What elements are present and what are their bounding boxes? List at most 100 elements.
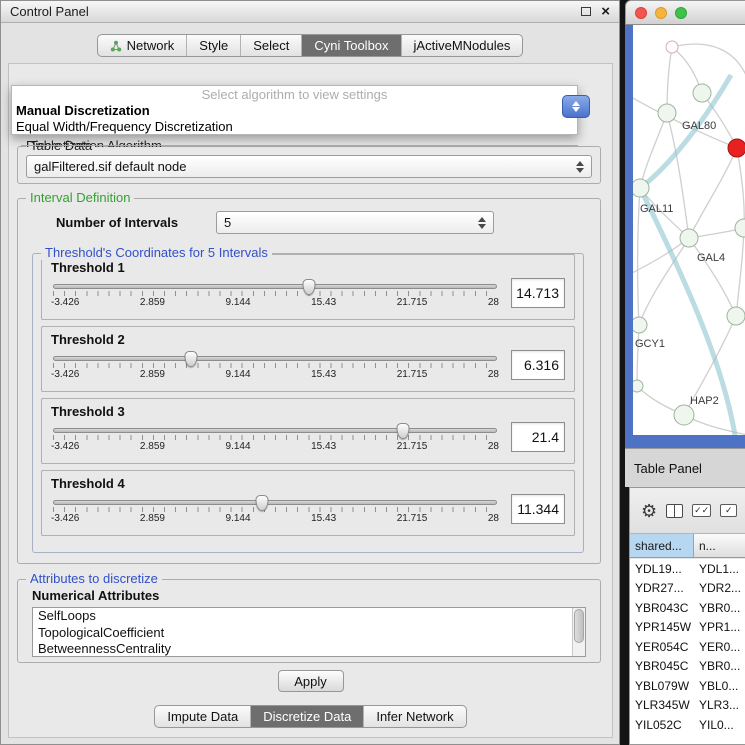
- columns-icon[interactable]: [666, 504, 683, 518]
- tick-label: 2.859: [140, 513, 165, 524]
- table-row[interactable]: YDR27...YDR2...: [630, 579, 745, 599]
- threshold-value-input[interactable]: [511, 494, 565, 524]
- cell: YBR0...: [694, 601, 745, 615]
- slider-scale: -3.426 2.859 9.144 15.43 21.715 28: [51, 513, 499, 524]
- table-row[interactable]: YPR145WYPR1...: [630, 618, 745, 638]
- node-hap2[interactable]: [674, 405, 694, 425]
- slider-track[interactable]: [53, 284, 497, 289]
- tab-label: Cyni Toolbox: [314, 38, 388, 53]
- table-data-group: Table Data galFiltered.sif default node: [17, 146, 601, 184]
- tick-label: 28: [488, 297, 499, 308]
- slider-ticks: [53, 291, 497, 296]
- attributes-group: Attributes to discretize Numerical Attri…: [17, 579, 601, 663]
- table-row[interactable]: YLR345WYLR3...: [630, 696, 745, 716]
- tick-label: 2.859: [140, 297, 165, 308]
- node[interactable]: [693, 84, 711, 102]
- threshold-value-input[interactable]: [511, 422, 565, 452]
- node-gal4[interactable]: [680, 229, 698, 247]
- tab-network[interactable]: Network: [98, 35, 187, 56]
- select-columns-icon[interactable]: ✓✓: [692, 504, 711, 517]
- screen: Control Panel ×: [0, 0, 745, 745]
- threshold-slider[interactable]: -3.426 2.859 9.144 15.43 21.715 28: [51, 421, 499, 452]
- node-label: GAL4: [697, 252, 725, 264]
- tab-label: Network: [127, 38, 175, 53]
- list-item[interactable]: SelfLoops: [33, 608, 585, 625]
- network-canvas[interactable]: GAL80 GAL11 GAL4 GCY1 HAP2: [633, 25, 745, 435]
- node-gal11[interactable]: [633, 179, 649, 197]
- node[interactable]: [633, 380, 643, 392]
- node[interactable]: [727, 307, 745, 325]
- tab-label: Style: [199, 38, 228, 53]
- slider-track[interactable]: [53, 500, 497, 505]
- cell: YDL1...: [694, 562, 745, 576]
- algorithm-option-manual[interactable]: Manual Discretization: [12, 103, 577, 119]
- threshold-value-input[interactable]: [511, 278, 565, 308]
- apply-button[interactable]: Apply: [278, 670, 344, 692]
- cell: YPR1...: [694, 620, 745, 634]
- select-all-icon[interactable]: ✓: [720, 504, 737, 517]
- node-label: GAL11: [640, 203, 673, 215]
- tick-label: 9.144: [226, 513, 251, 524]
- tab-jactivemnodules[interactable]: jActiveMNodules: [401, 35, 523, 56]
- combo-value: 5: [224, 215, 475, 230]
- node-gal80[interactable]: [658, 104, 676, 122]
- minimize-traffic-light[interactable]: [655, 7, 667, 19]
- cell: YBR045C: [630, 659, 694, 673]
- tab-impute-data[interactable]: Impute Data: [155, 706, 250, 727]
- tab-select[interactable]: Select: [240, 35, 301, 56]
- algorithm-option-equal-width[interactable]: Equal Width/Frequency Discretization: [12, 119, 577, 135]
- cell: YDR27...: [630, 581, 694, 595]
- algorithm-placeholder: Select algorithm to view settings: [12, 88, 577, 103]
- tick-label: -3.426: [51, 441, 79, 452]
- cell: YBL079W: [630, 679, 694, 693]
- tab-style[interactable]: Style: [186, 35, 240, 56]
- tab-label: jActiveMNodules: [414, 38, 511, 53]
- tab-label: Select: [253, 38, 289, 53]
- attributes-scrollbar[interactable]: [572, 608, 585, 656]
- slider-track[interactable]: [53, 428, 497, 433]
- threshold-slider[interactable]: -3.426 2.859 9.144 15.43 21.715 28: [51, 349, 499, 380]
- tick-label: -3.426: [51, 369, 79, 380]
- threshold-value-input[interactable]: [511, 350, 565, 380]
- threshold-panel: Threshold 1 -3.426 2.859 9.144: [41, 254, 575, 320]
- node-gcy1[interactable]: [633, 317, 647, 333]
- table-row[interactable]: YBL079WYBL0...: [630, 676, 745, 696]
- table-row[interactable]: YBR045CYBR0...: [630, 657, 745, 677]
- table-row[interactable]: YDL19...YDL1...: [630, 559, 745, 579]
- scrollbar-thumb[interactable]: [574, 609, 584, 643]
- tab-label: Discretize Data: [263, 709, 351, 724]
- column-header-shared-name[interactable]: shared...: [630, 534, 694, 557]
- tab-cyni-toolbox[interactable]: Cyni Toolbox: [301, 35, 400, 56]
- list-item[interactable]: BetweennessCentrality: [33, 641, 585, 657]
- table-data-select[interactable]: galFiltered.sif default node: [26, 155, 592, 178]
- tab-discretize-data[interactable]: Discretize Data: [250, 706, 363, 727]
- tick-label: 28: [488, 369, 499, 380]
- network-window-titlebar: [625, 0, 745, 25]
- tab-infer-network[interactable]: Infer Network: [363, 706, 465, 727]
- node[interactable]: [666, 41, 678, 53]
- algorithm-combo-stepper[interactable]: [562, 95, 590, 118]
- cell: YPR145W: [630, 620, 694, 634]
- table-row[interactable]: YIL052CYIL0...: [630, 715, 745, 735]
- interval-definition-legend: Interval Definition: [26, 190, 134, 205]
- gear-icon[interactable]: ⚙: [641, 502, 657, 520]
- table-body: YDL19...YDL1... YDR27...YDR2... YBR043CY…: [630, 559, 745, 744]
- close-icon[interactable]: ×: [601, 4, 610, 19]
- float-window-icon[interactable]: [581, 7, 591, 16]
- number-of-intervals-select[interactable]: 5: [216, 211, 494, 234]
- threshold-label: Threshold 2: [51, 332, 565, 347]
- tick-label: 28: [488, 513, 499, 524]
- slider-track[interactable]: [53, 356, 497, 361]
- list-item[interactable]: TopologicalCoefficient: [33, 625, 585, 642]
- table-row[interactable]: YER054CYER0...: [630, 637, 745, 657]
- threshold-slider[interactable]: -3.426 2.859 9.144 15.43 21.715 28: [51, 277, 499, 308]
- threshold-slider[interactable]: -3.426 2.859 9.144 15.43 21.715 28: [51, 493, 499, 524]
- table-panel-title: Table Panel: [634, 461, 702, 476]
- table-row[interactable]: YBR043CYBR0...: [630, 598, 745, 618]
- table-panel-header: Table Panel: [625, 448, 745, 487]
- close-traffic-light[interactable]: [635, 7, 647, 19]
- node[interactable]: [735, 219, 745, 237]
- zoom-traffic-light[interactable]: [675, 7, 687, 19]
- column-header-name[interactable]: n...: [694, 534, 745, 557]
- selected-node[interactable]: [728, 139, 745, 157]
